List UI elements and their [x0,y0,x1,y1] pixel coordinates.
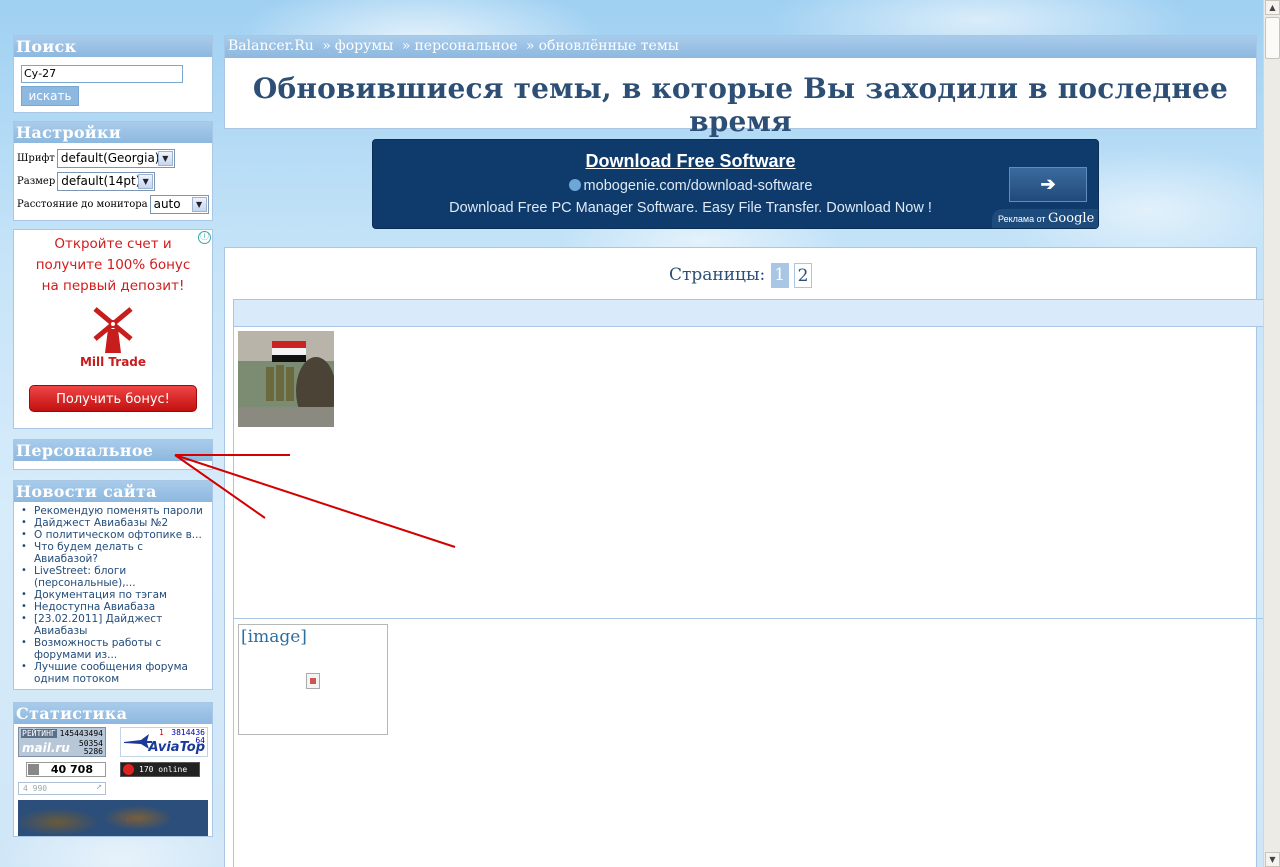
news-item[interactable]: Документация по тэгам [20,589,208,601]
news-box: Новости сайта Рекомендую поменять пароли… [13,479,213,690]
size-select-value: default(14pt) [61,174,141,188]
stats-title: Статистика [14,702,212,724]
settings-box: Настройки Шрифт default(Georgia) ▼ Разме… [13,120,213,221]
chevron-down-icon: ▼ [191,196,207,212]
mailru-value: 5286 [83,746,103,756]
news-item[interactable]: Рекомендую поменять пароли [20,505,208,517]
ad-bonus-button[interactable]: Получить бонус! [29,384,197,412]
settings-title: Настройки [14,121,212,143]
personal-box: Персональное [13,438,213,470]
info-icon[interactable]: ⓘ [198,230,211,244]
visitors-map[interactable] [18,799,208,836]
image-placeholder[interactable]: [image] [238,624,388,735]
chart-icon [28,763,39,775]
breadcrumb-separator: » [401,38,411,54]
breadcrumb-current[interactable]: обновлённые темы [539,38,679,54]
table-header [234,300,1263,327]
size-label: Размер [17,175,56,187]
scroll-thumb[interactable] [1265,17,1280,59]
small-counter-value: 4 990 [23,783,48,793]
search-button[interactable]: искать [21,85,79,106]
small-counter[interactable]: 4 990 ↗ [18,780,106,795]
size-select[interactable]: default(14pt) ▼ [57,171,156,191]
banner-url[interactable]: mobogenie.com/download-software [283,178,1098,194]
sidebar: Поиск искать Настройки Шрифт default(Geo… [13,35,213,845]
search-input[interactable] [21,64,183,83]
ad-line: на первый депозит! [41,277,185,294]
banner-description: Download Free PC Manager Software. Easy … [449,200,932,216]
news-item[interactable]: Что будем делать с Авиабазой? [20,541,208,565]
google-ad-banner[interactable]: Download Free Software mobogenie.com/dow… [372,139,1099,229]
ads-by-label: Реклама от [998,214,1046,224]
topic-thumbnail[interactable] [238,331,334,427]
chevron-down-icon: ▼ [138,173,154,189]
online-counter[interactable]: 170 online [120,761,200,777]
scroll-up-icon[interactable]: ▲ [1265,0,1280,15]
row-divider [234,618,1263,619]
breadcrumb-separator: » [322,38,331,54]
breadcrumb-link[interactable]: персональное [414,38,517,54]
topics-table: [image] [233,299,1263,867]
image-label: [image] [241,627,307,647]
ad-brand: Mill Trade [79,354,147,369]
ad-line: Откройте счет и [54,235,172,252]
sidebar-ad[interactable]: ⓘ Откройте счет и получите 100% бонус на… [13,228,213,429]
stats-box: Статистика РЕЙТИНГ 145443494 mail.ru 503… [13,701,213,837]
distance-label: Расстояние до монитора [17,198,148,210]
banner-url-text: mobogenie.com/download-software [583,178,813,194]
distance-select-value: auto [153,197,181,211]
distance-select[interactable]: auto ▼ [149,194,209,214]
windmill-icon [14,305,212,357]
pages-label: Страницы: [668,265,766,285]
news-item[interactable]: Возможность работы с форумами из... [20,637,208,661]
arrow-icon: ↗ [95,780,102,792]
page-title: Обновившиеся темы, в которые Вы заходили… [252,72,1229,138]
font-select[interactable]: default(Georgia) ▼ [56,148,175,168]
page-header: Balancer.Ru » форумы » персональное » обнов… [224,35,1257,138]
user-icon [123,763,134,775]
mailru-label: РЕЙТИНГ [21,728,57,738]
news-item[interactable]: [23.02.2011] Дайджест Авиабазы [20,613,208,637]
personal-title[interactable]: Персональное [14,439,212,461]
broken-image-icon [306,673,320,689]
google-logo: Google [1048,211,1095,226]
globe-icon [568,179,581,191]
news-item[interactable]: Недоступна Авиабаза [20,601,208,613]
online-value: 170 online [139,764,188,774]
chevron-down-icon: ▼ [157,150,173,166]
banner-title[interactable]: Download Free Software [283,151,1098,172]
aviatop-rank: 1 [159,727,164,737]
aviatop-logo: AviaTop [148,739,205,755]
scroll-down-icon[interactable]: ▼ [1265,852,1280,867]
ads-by-google[interactable]: Реклама от Google [992,209,1098,228]
news-item[interactable]: О политическом офтопике в... [20,529,208,541]
font-select-value: default(Georgia) [60,151,160,165]
news-title: Новости сайта [14,480,212,502]
liveinternet-counter[interactable]: 40 708 [26,761,106,777]
mailru-counter[interactable]: РЕЙТИНГ 145443494 mail.ru 50354 5286 [18,726,106,757]
search-title: Поиск [14,36,212,57]
ad-line: получите 100% бонус [35,256,191,273]
vertical-scrollbar[interactable]: ▲ ▼ [1263,0,1280,867]
news-item[interactable]: Лучшие сообщения форума одним потоком [20,661,208,685]
page-1[interactable]: 1 [770,263,789,288]
page-2[interactable]: 2 [794,263,813,288]
aviatop-counter[interactable]: 1 3814436 64 AviaTop [120,726,208,757]
news-item[interactable]: LiveStreet: блоги (персональные),... [20,565,208,589]
content-panel: Страницы: 1 2 [image] [224,247,1263,867]
mailru-value: 145443494 [59,728,103,738]
liveinternet-value: 40 708 [50,762,93,776]
breadcrumb-link[interactable]: Balancer.Ru [228,38,314,54]
breadcrumb: Balancer.Ru » форумы » персональное » обнов… [225,36,1256,58]
pagination: Страницы: 1 2 [225,263,1256,288]
news-item[interactable]: Дайджест Авиабазы №2 [20,517,208,529]
mailru-logo: mail.ru [22,740,70,755]
font-label: Шрифт [17,152,55,164]
search-box: Поиск искать [13,35,213,113]
breadcrumb-link[interactable]: форумы [335,38,394,54]
arrow-right-icon[interactable]: ➔ [1009,167,1087,202]
news-list: Рекомендую поменять пароли Дайджест Авиа… [14,502,212,689]
breadcrumb-separator: » [526,38,535,54]
